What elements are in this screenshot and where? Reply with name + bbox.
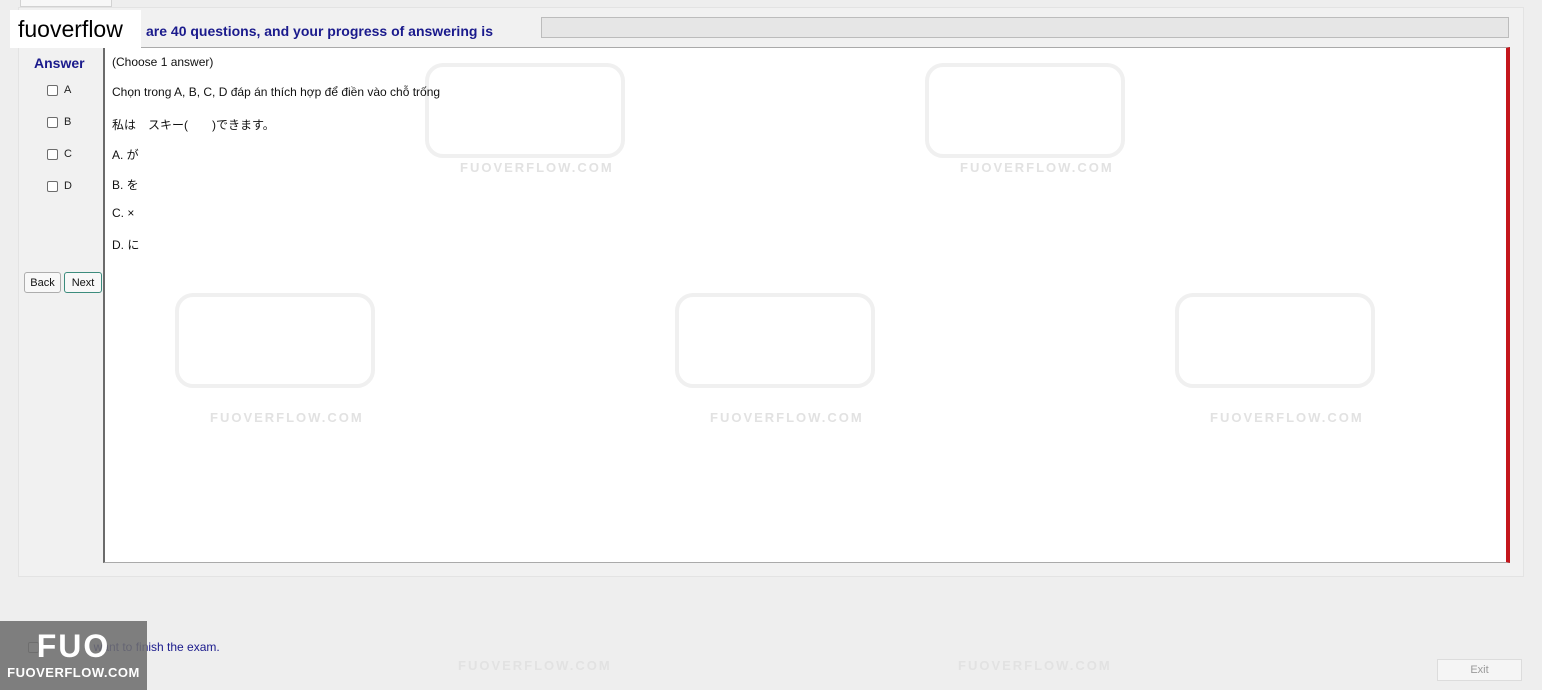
option-label: C	[64, 148, 72, 160]
answer-option-c[interactable]: C	[47, 148, 72, 160]
watermark-logo	[425, 63, 625, 158]
answer-option-d[interactable]: D	[47, 180, 72, 192]
watermark-site: FUOVERFLOW.COM	[458, 658, 612, 673]
watermark-site: FUOVERFLOW.COM	[1210, 410, 1364, 425]
checkbox[interactable]	[47, 116, 58, 128]
brand-chip: fuoverflow	[10, 10, 141, 48]
question-box: FUOVERFLOW.COM FUOVERFLOW.COM FUOVERFLOW…	[103, 47, 1510, 563]
answer-title: Answer	[34, 55, 85, 71]
option-label: D	[64, 180, 72, 192]
checkbox[interactable]	[47, 84, 58, 96]
watermark-site: FUOVERFLOW.COM	[210, 410, 364, 425]
checkbox[interactable]	[47, 148, 58, 160]
fuo-logo: FUO	[36, 628, 111, 664]
fuo-site-text: FUOVERFLOW.COM	[7, 665, 140, 680]
choice-a: A. が	[112, 148, 139, 162]
next-button[interactable]: Next	[64, 272, 102, 293]
choice-d: D. に	[112, 238, 140, 252]
question-sentence: 私は スキー( )できます。	[112, 118, 275, 132]
choice-b: B. を	[112, 178, 139, 192]
watermark-site: FUOVERFLOW.COM	[960, 160, 1114, 175]
watermark-site: FUOVERFLOW.COM	[958, 658, 1112, 673]
choice-c: C. ×	[112, 206, 135, 220]
answer-option-a[interactable]: A	[47, 84, 71, 96]
back-button[interactable]: Back	[24, 272, 61, 293]
progress-bar	[541, 17, 1509, 38]
option-label: B	[64, 116, 72, 128]
watermark-logo	[1175, 293, 1375, 388]
checkbox[interactable]	[47, 180, 58, 192]
option-label: A	[64, 84, 72, 96]
watermark-logo	[175, 293, 375, 388]
fuo-watermark-badge: FUO FUOVERFLOW.COM	[0, 621, 147, 690]
watermark-logo	[675, 293, 875, 388]
question-instruction: (Choose 1 answer)	[112, 55, 214, 69]
top-tab	[20, 0, 112, 7]
question-prompt: Chọn trong A, B, C, D đáp án thích hợp đ…	[112, 85, 441, 99]
watermark-logo	[925, 63, 1125, 158]
exit-button[interactable]: Exit	[1437, 659, 1522, 681]
answer-option-b[interactable]: B	[47, 116, 71, 128]
watermark-site: FUOVERFLOW.COM	[710, 410, 864, 425]
watermark-site: FUOVERFLOW.COM	[460, 160, 614, 175]
progress-text: are 40 questions, and your progress of a…	[146, 23, 493, 39]
